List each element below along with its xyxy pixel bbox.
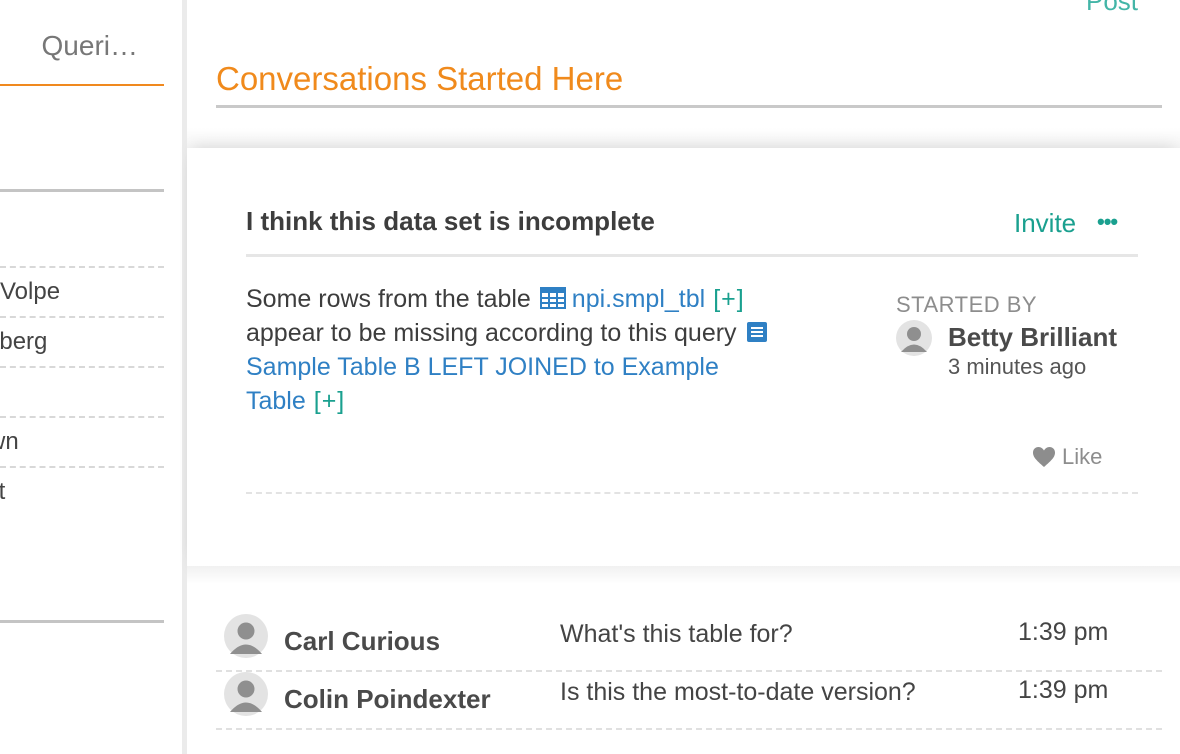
left-list-item[interactable]: tt (0, 478, 5, 506)
table-icon (539, 287, 566, 309)
left-list-item[interactable]: nberg (0, 328, 47, 356)
heart-icon (1033, 447, 1055, 467)
like-button[interactable]: Like (1032, 444, 1102, 470)
left-panel: Queri… Volpe nberg wn tt (0, 0, 182, 754)
avatar-icon[interactable] (224, 672, 268, 716)
conversation-body: Some rows from the table npi.smpl_tbl [+]… (246, 282, 846, 418)
left-list-divider (0, 316, 164, 318)
started-by-label: STARTED BY (896, 292, 1038, 317)
reply-text[interactable]: Is this the most-to-date version? (560, 678, 916, 707)
left-list-divider (0, 366, 164, 368)
more-icon[interactable]: ••• (1097, 209, 1118, 235)
reply-time: 1:39 pm (1018, 676, 1109, 704)
reply-divider (216, 728, 1162, 730)
invite-link[interactable]: Invite (1014, 208, 1076, 239)
body-text: Some rows from the table (246, 285, 531, 313)
reply-row[interactable]: Carl Curious What's this table for? 1:39… (216, 614, 1162, 672)
reply-time: 1:39 pm (1018, 618, 1109, 646)
query-icon (746, 322, 767, 342)
card-shadow-bottom (187, 566, 1180, 584)
reply-author[interactable]: Carl Curious (284, 626, 440, 657)
left-section-rule (0, 620, 164, 623)
left-list-divider (0, 416, 164, 418)
body-line: appear to be missing according to this q… (246, 316, 846, 350)
reply-author[interactable]: Colin Poindexter (284, 684, 491, 715)
tab-queries[interactable]: Queri… (0, 30, 138, 62)
left-list-divider (0, 466, 164, 468)
reply-row[interactable]: Colin Poindexter Is this the most-to-dat… (216, 672, 1162, 730)
like-label: Like (1062, 444, 1103, 469)
expand-table-link[interactable]: [+] (713, 285, 745, 313)
post-link[interactable]: Post (1086, 0, 1138, 17)
left-list-item[interactable]: Volpe (0, 278, 60, 306)
body-line: Table [+] (246, 384, 846, 418)
reply-text[interactable]: What's this table for? (560, 620, 793, 649)
card-shadow-top (187, 128, 1180, 148)
section-title: Conversations Started Here (216, 60, 624, 97)
left-list-item[interactable]: wn (0, 428, 19, 456)
app-root: Queri… Volpe nberg wn tt Post Conversati… (0, 0, 1180, 754)
avatar-icon[interactable] (224, 614, 268, 658)
query-link[interactable]: Table (246, 387, 306, 415)
left-section-rule (0, 189, 164, 192)
tab-queries-underline (0, 84, 164, 86)
conversation-title-rule (246, 254, 1138, 257)
conversation-title[interactable]: I think this data set is incomplete (246, 206, 655, 237)
started-time: 3 minutes ago (948, 354, 1087, 379)
avatar-icon[interactable] (896, 320, 932, 356)
expand-query-link[interactable]: [+] (314, 387, 346, 415)
body-text: appear to be missing according to this q… (246, 319, 737, 347)
query-link[interactable]: Sample Table B LEFT JOINED to Example (246, 353, 719, 381)
conversation-divider (246, 492, 1138, 494)
starter-name[interactable]: Betty Brilliant (948, 322, 1117, 353)
body-line: Sample Table B LEFT JOINED to Example (246, 350, 846, 384)
body-line: Some rows from the table npi.smpl_tbl [+] (246, 282, 846, 316)
table-link[interactable]: npi.smpl_tbl (572, 285, 705, 313)
left-list-divider (0, 266, 164, 268)
section-rule (216, 105, 1162, 108)
